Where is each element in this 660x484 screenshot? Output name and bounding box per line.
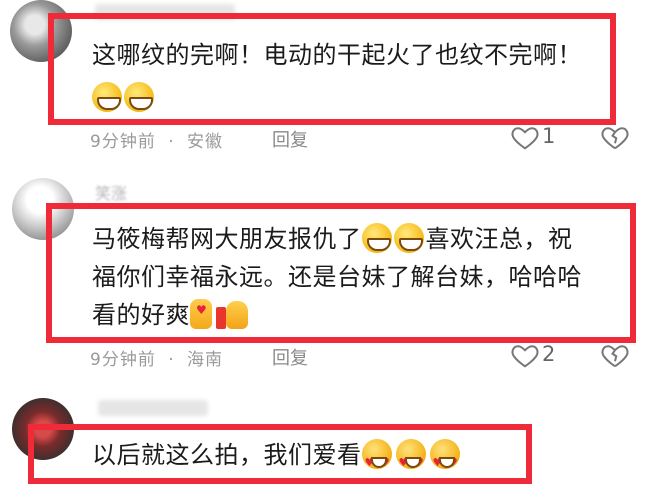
username[interactable]: 笑涨: [95, 180, 127, 204]
broken-heart-outline-icon[interactable]: [600, 340, 630, 370]
comment-text-part: 马筱梅帮网大朋友报仇了: [92, 225, 362, 253]
emoji-row: [92, 82, 156, 112]
comment-meta: 9分钟前 · 海南: [90, 345, 229, 370]
username-blurred[interactable]: [98, 400, 208, 416]
comment-location: 安徽: [187, 132, 224, 152]
comment-text-line2: 福你们幸福永远。还是台妹了解台妹，哈哈哈: [92, 263, 582, 291]
heart-outline-icon[interactable]: [510, 340, 540, 370]
separator-dot: ·: [168, 350, 175, 370]
comment-text-line3: 看的好爽: [92, 289, 250, 336]
comment-text-part: 喜欢汪总，祝: [425, 225, 573, 253]
heart-outline-icon[interactable]: [510, 122, 540, 152]
grin-emoji-icon: [393, 223, 424, 253]
like-count: 2: [542, 342, 556, 366]
reply-button[interactable]: 回复: [272, 126, 308, 152]
comment-text: 这哪纹的完啊！电动的干起火了也纹不完啊！: [92, 41, 582, 69]
heart-eyes-emoji-icon: [361, 439, 392, 484]
comment-text-line: 以后就这么拍，我们爱看: [92, 434, 464, 484]
grin-emoji-icon: [124, 82, 154, 112]
separator-dot: ·: [168, 132, 175, 152]
comment-meta: 9分钟前 · 安徽: [90, 127, 229, 152]
hand-heart-emoji-icon: [190, 289, 212, 331]
heart-eyes-emoji-icon: [429, 439, 460, 484]
comment-text: 以后就这么拍，我们爱看: [92, 441, 362, 469]
thumbs-up-emoji-icon: [216, 299, 250, 329]
heart-eyes-emoji-icon: [395, 439, 426, 484]
comment-text-line1: 马筱梅帮网大朋友报仇了 喜欢汪总，祝: [92, 218, 573, 260]
grin-emoji-icon: [361, 223, 392, 253]
grin-emoji-icon: [92, 82, 122, 112]
reply-button[interactable]: 回复: [272, 344, 308, 370]
comment-time: 9分钟前: [90, 350, 156, 370]
comment-location: 海南: [187, 350, 224, 370]
comment-text-part: 看的好爽: [92, 301, 190, 329]
comment-time: 9分钟前: [90, 132, 156, 152]
broken-heart-outline-icon[interactable]: [600, 122, 630, 152]
like-count: 1: [542, 124, 556, 148]
